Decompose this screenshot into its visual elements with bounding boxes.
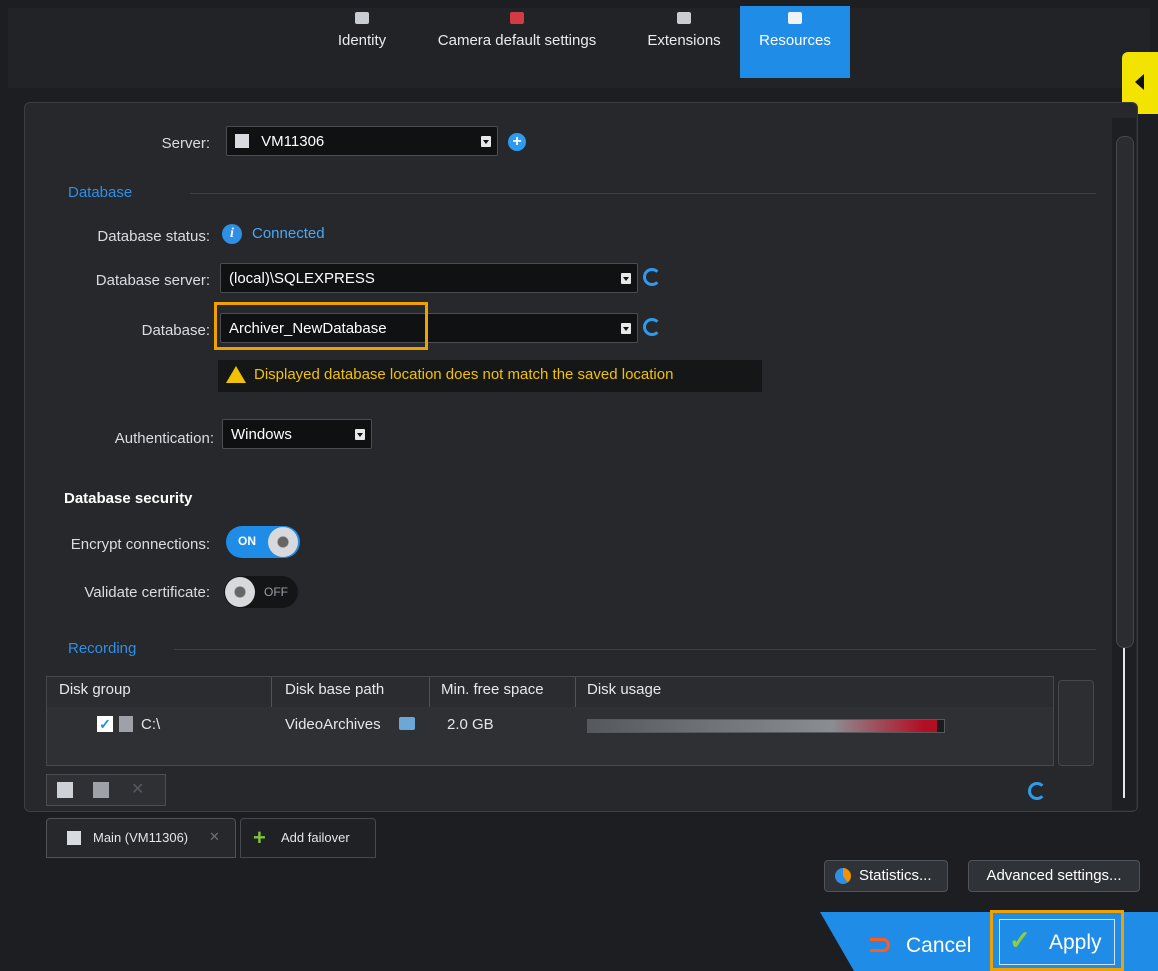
tab-resources[interactable]: Resources: [740, 6, 850, 78]
encrypt-connections-label: Encrypt connections:: [70, 536, 210, 553]
authentication-value: Windows: [231, 426, 292, 443]
database-server-label: Database server:: [95, 272, 210, 289]
chevron-down-icon: [621, 323, 631, 334]
add-server-icon[interactable]: +: [508, 133, 526, 151]
undo-icon: [870, 938, 890, 952]
tab-extensions[interactable]: Extensions: [634, 6, 734, 80]
database-status-value: Connected: [252, 225, 325, 242]
column-disk-base-path: Disk base path: [285, 681, 385, 698]
disk-group-value: C:\: [141, 716, 161, 733]
apply-button[interactable]: ✓ Apply: [990, 910, 1124, 971]
tab-add-failover[interactable]: + Add failover: [240, 818, 376, 858]
disk-table: Disk group Disk base path Min. free spac…: [46, 676, 1054, 766]
panel-scrollbar[interactable]: [1112, 118, 1136, 810]
database-location-warning: Displayed database location does not mat…: [254, 366, 674, 383]
apply-label: Apply: [1049, 931, 1102, 954]
scroll-thumb[interactable]: [1116, 136, 1134, 648]
server-dropdown[interactable]: VM11306: [226, 126, 498, 156]
tab-camera-default-settings[interactable]: Camera default settings: [414, 6, 620, 80]
chevron-down-icon: [621, 273, 631, 284]
chevron-down-icon: [481, 136, 491, 147]
warning-icon: [226, 366, 246, 383]
disk-checkbox[interactable]: ✓: [97, 716, 113, 732]
database-section-title: Database: [68, 184, 133, 201]
statistics-button[interactable]: Statistics...: [824, 860, 948, 892]
column-disk-group: Disk group: [59, 681, 131, 698]
statistics-label: Statistics...: [859, 867, 932, 884]
database-server-value: (local)\SQLEXPRESS: [229, 270, 375, 287]
table-scrollbar[interactable]: [1058, 680, 1094, 766]
info-icon: i: [222, 224, 242, 244]
database-label: Database:: [141, 322, 210, 339]
delete-disk-icon[interactable]: ✕: [131, 782, 147, 798]
disk-path-value: VideoArchives: [285, 716, 381, 733]
database-server-dropdown[interactable]: (local)\SQLEXPRESS: [220, 263, 638, 293]
refresh-icon[interactable]: [643, 318, 661, 336]
disk-usage-bar: [587, 719, 945, 733]
identity-icon: [355, 12, 369, 24]
server-icon: [235, 134, 249, 148]
disk-icon: [119, 716, 133, 732]
check-icon: ✓: [1009, 925, 1031, 955]
advanced-settings-button[interactable]: Advanced settings...: [968, 860, 1140, 892]
tab-add-failover-label: Add failover: [281, 830, 350, 845]
toggle-state: ON: [238, 534, 256, 548]
database-status-label: Database status:: [97, 228, 210, 245]
toggle-knob: [225, 577, 255, 607]
edit-disk-icon[interactable]: [93, 782, 109, 798]
add-disk-icon[interactable]: [57, 782, 73, 798]
authentication-label: Authentication:: [114, 430, 214, 447]
advanced-settings-label: Advanced settings...: [986, 867, 1122, 884]
toggle-knob: [268, 527, 298, 557]
database-separator: [190, 193, 1096, 194]
column-min-free-space: Min. free space: [441, 681, 544, 698]
database-highlight-box: [214, 302, 428, 350]
tab-main-label: Main (VM11306): [93, 830, 189, 845]
tab-main-server[interactable]: Main (VM11306) ✕: [46, 818, 236, 858]
resources-icon: [788, 12, 802, 24]
close-icon[interactable]: ✕: [209, 829, 220, 845]
tab-identity[interactable]: Identity: [324, 6, 400, 80]
cancel-label: Cancel: [906, 934, 972, 957]
toggle-state: OFF: [264, 585, 288, 599]
authentication-dropdown[interactable]: Windows: [222, 419, 372, 449]
table-toolbar: ✕: [46, 774, 166, 806]
database-security-title: Database security: [64, 490, 193, 507]
folder-icon[interactable]: [399, 717, 415, 730]
plus-icon: +: [253, 825, 266, 850]
column-disk-usage: Disk usage: [587, 681, 662, 698]
statistics-icon: [835, 868, 851, 884]
validate-certificate-label: Validate certificate:: [84, 584, 210, 601]
server-label: Server:: [161, 135, 210, 152]
server-icon: [67, 831, 81, 845]
min-free-value: 2.0 GB: [447, 716, 494, 733]
refresh-icon[interactable]: [643, 268, 661, 286]
table-row[interactable]: ✓ C:\ VideoArchives 2.0 GB: [47, 709, 1053, 739]
table-header: [47, 677, 1053, 707]
recording-separator: [174, 649, 1096, 650]
disk-usage-fill: [588, 720, 937, 732]
encrypt-connections-toggle[interactable]: ON: [226, 526, 300, 558]
recording-section-title: Recording: [68, 640, 137, 657]
chevron-down-icon: [355, 429, 365, 440]
scroll-track-line: [1123, 648, 1125, 798]
refresh-icon[interactable]: [1028, 782, 1046, 800]
validate-certificate-toggle[interactable]: OFF: [224, 576, 298, 608]
extensions-icon: [677, 12, 691, 24]
server-value: VM11306: [261, 133, 325, 150]
camera-icon: [510, 12, 524, 24]
cancel-button[interactable]: Cancel: [866, 928, 986, 968]
